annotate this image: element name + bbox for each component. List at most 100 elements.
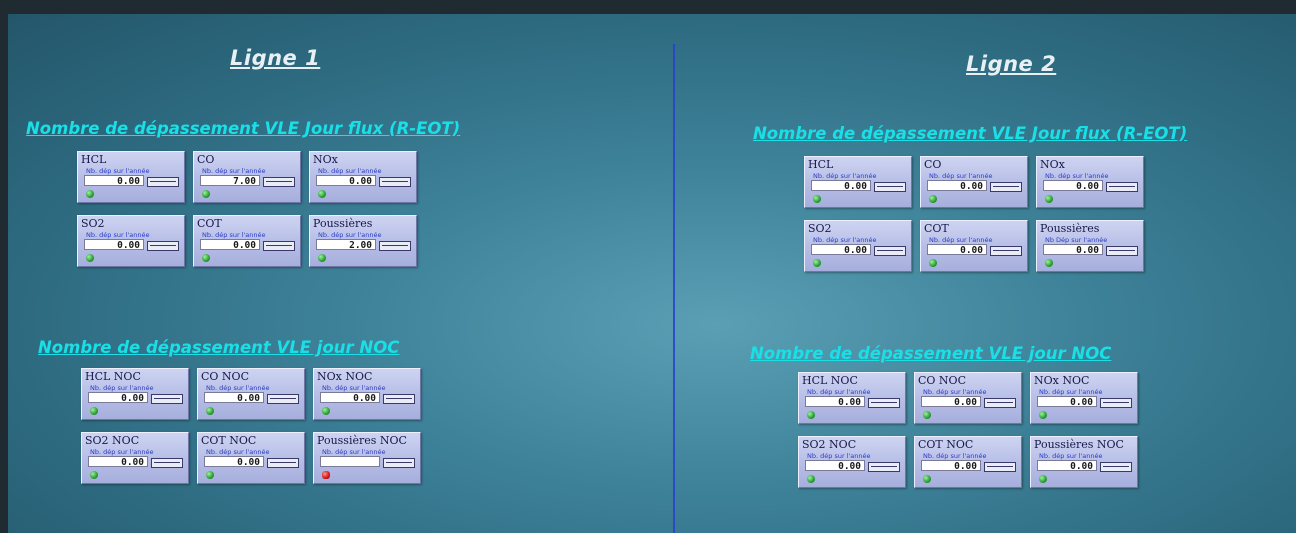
panel-subtitle: Nb. dép sur l'année: [322, 448, 386, 456]
panel-value-field: 0.00: [84, 239, 144, 251]
panel-name: COT: [924, 222, 949, 235]
panel-name: HCL NOC: [85, 370, 141, 383]
panel-bargraph-icon: [874, 246, 906, 256]
panel-poussieres-noc[interactable]: Poussières NOC Nb. dép sur l'année 0.00: [1030, 436, 1138, 488]
panel-so2-noc[interactable]: SO2 NOC Nb. dép sur l'année 0.00: [798, 436, 906, 488]
panel-subtitle: Nb. dép sur l'année: [86, 231, 150, 239]
panel-co-noc[interactable]: CO NOC Nb. dép sur l'année 0.00: [914, 372, 1022, 424]
status-led-icon: [318, 190, 326, 198]
panel-value-field: 2.00: [316, 239, 376, 251]
panel-value-field: 0.00: [805, 396, 865, 408]
panel-name: COT NOC: [918, 438, 974, 451]
panel-name: COT NOC: [201, 434, 257, 447]
status-led-icon: [90, 471, 98, 479]
panel-subtitle: Nb. dép sur l'année: [923, 452, 987, 460]
panel-subtitle: Nb. dép sur l'année: [807, 452, 871, 460]
panel-nox[interactable]: NOx Nb. dép sur l'année 0.00: [1036, 156, 1144, 208]
panel-hcl-noc[interactable]: HCL NOC Nb. dép sur l'année 0.00: [798, 372, 906, 424]
panel-hcl-noc[interactable]: HCL NOC Nb. dép sur l'année 0.00: [81, 368, 189, 420]
status-led-icon: [1045, 259, 1053, 267]
panel-name: Poussières: [1040, 222, 1100, 235]
panel-bargraph-icon: [984, 398, 1016, 408]
panel-cot-noc[interactable]: COT NOC Nb. dép sur l'année 0.00: [197, 432, 305, 484]
panel-name: CO: [197, 153, 215, 166]
panel-hcl[interactable]: HCL Nb. dép sur l'année 0.00: [77, 151, 185, 203]
panel-subtitle: Nb. dép sur l'année: [813, 236, 877, 244]
status-led-icon: [807, 475, 815, 483]
panel-subtitle: Nb. dép sur l'année: [90, 384, 154, 392]
panel-value-field: 0.00: [1043, 244, 1103, 256]
line-2-noc-section-title: Nombre de dépassement VLE jour NOC: [750, 344, 1112, 363]
panel-value-field: 0.00: [811, 180, 871, 192]
panel-cot[interactable]: COT Nb. dép sur l'année 0.00: [920, 220, 1028, 272]
panel-bargraph-icon: [383, 394, 415, 404]
panel-subtitle: Nb. dép sur l'année: [923, 388, 987, 396]
panel-so2[interactable]: SO2 Nb. dép sur l'année 0.00: [804, 220, 912, 272]
panel-subtitle: Nb. dép sur l'année: [86, 167, 150, 175]
status-led-icon: [322, 471, 330, 479]
panel-value-field: 0.00: [1043, 180, 1103, 192]
panel-poussieres-noc[interactable]: Poussières NOC Nb. dép sur l'année: [313, 432, 421, 484]
panel-hcl[interactable]: HCL Nb. dép sur l'année 0.00: [804, 156, 912, 208]
line-1-noc-panels: HCL NOC Nb. dép sur l'année 0.00 CO NOC Nb. …: [81, 368, 421, 484]
panel-nox-noc[interactable]: NOx NOC Nb. dép sur l'année 0.00: [1030, 372, 1138, 424]
panel-name: SO2 NOC: [802, 438, 857, 451]
status-led-icon: [322, 407, 330, 415]
line-1-noc-section-title: Nombre de dépassement VLE jour NOC: [38, 338, 400, 357]
panel-nox-noc[interactable]: NOx NOC Nb. dép sur l'année 0.00: [313, 368, 421, 420]
panel-value-field: 0.00: [320, 392, 380, 404]
panel-bargraph-icon: [263, 177, 295, 187]
panel-subtitle: Nb. dép sur l'année: [206, 384, 270, 392]
panel-bargraph-icon: [147, 177, 179, 187]
status-led-icon: [1039, 475, 1047, 483]
panel-bargraph-icon: [868, 398, 900, 408]
panel-value-field: 0.00: [204, 456, 264, 468]
panel-value-field: 0.00: [200, 239, 260, 251]
panel-subtitle: Nb. dép sur l'année: [929, 236, 993, 244]
panel-value-field: 0.00: [921, 396, 981, 408]
panel-bargraph-icon: [990, 246, 1022, 256]
status-led-icon: [929, 195, 937, 203]
panel-subtitle: Nb. dép sur l'année: [322, 384, 386, 392]
panel-value-field: 0.00: [1037, 396, 1097, 408]
panel-subtitle: Nb. dép sur l'année: [1045, 172, 1109, 180]
panel-poussieres[interactable]: Poussières Nb Dép sur l'année 0.00: [1036, 220, 1144, 272]
panel-bargraph-icon: [267, 458, 299, 468]
panel-value-field: 7.00: [200, 175, 260, 187]
panel-co[interactable]: CO Nb. dép sur l'année 0.00: [920, 156, 1028, 208]
panel-name: Poussières NOC: [317, 434, 407, 447]
panel-subtitle: Nb. dép sur l'année: [318, 231, 382, 239]
panel-name: NOx NOC: [317, 370, 373, 383]
status-led-icon: [90, 407, 98, 415]
line-2-flux-panels: HCL Nb. dép sur l'année 0.00 CO Nb. dép sur …: [804, 156, 1144, 272]
line-2-noc-panels: HCL NOC Nb. dép sur l'année 0.00 CO NOC Nb. …: [798, 372, 1138, 488]
panel-so2[interactable]: SO2 Nb. dép sur l'année 0.00: [77, 215, 185, 267]
panel-bargraph-icon: [1106, 182, 1138, 192]
line-divider: [673, 44, 675, 533]
panel-nox[interactable]: NOx Nb. dép sur l'année 0.00: [309, 151, 417, 203]
line-1-title: Ligne 1: [230, 46, 321, 70]
panel-co[interactable]: CO Nb. dép sur l'année 7.00: [193, 151, 301, 203]
panel-bargraph-icon: [263, 241, 295, 251]
panel-value-field: 0.00: [805, 460, 865, 472]
panel-cot-noc[interactable]: COT NOC Nb. dép sur l'année 0.00: [914, 436, 1022, 488]
panel-name: Poussières NOC: [1034, 438, 1124, 451]
panel-so2-noc[interactable]: SO2 NOC Nb. dép sur l'année 0.00: [81, 432, 189, 484]
status-led-icon: [929, 259, 937, 267]
status-led-icon: [86, 254, 94, 262]
panel-value-field: 0.00: [1037, 460, 1097, 472]
panel-subtitle: Nb. dép sur l'année: [929, 172, 993, 180]
panel-bargraph-icon: [1100, 398, 1132, 408]
scada-screen: Ligne 1 Ligne 2 Nombre de dépassement VL…: [8, 14, 1296, 533]
status-led-icon: [807, 411, 815, 419]
panel-value-field: 0.00: [316, 175, 376, 187]
panel-name: HCL: [808, 158, 834, 171]
panel-subtitle: Nb. dép sur l'année: [1039, 452, 1103, 460]
panel-poussieres[interactable]: Poussières Nb. dép sur l'année 2.00: [309, 215, 417, 267]
status-led-icon: [923, 411, 931, 419]
panel-name: SO2: [808, 222, 832, 235]
panel-cot[interactable]: COT Nb. dép sur l'année 0.00: [193, 215, 301, 267]
panel-bargraph-icon: [147, 241, 179, 251]
panel-bargraph-icon: [984, 462, 1016, 472]
panel-co-noc[interactable]: CO NOC Nb. dép sur l'année 0.00: [197, 368, 305, 420]
